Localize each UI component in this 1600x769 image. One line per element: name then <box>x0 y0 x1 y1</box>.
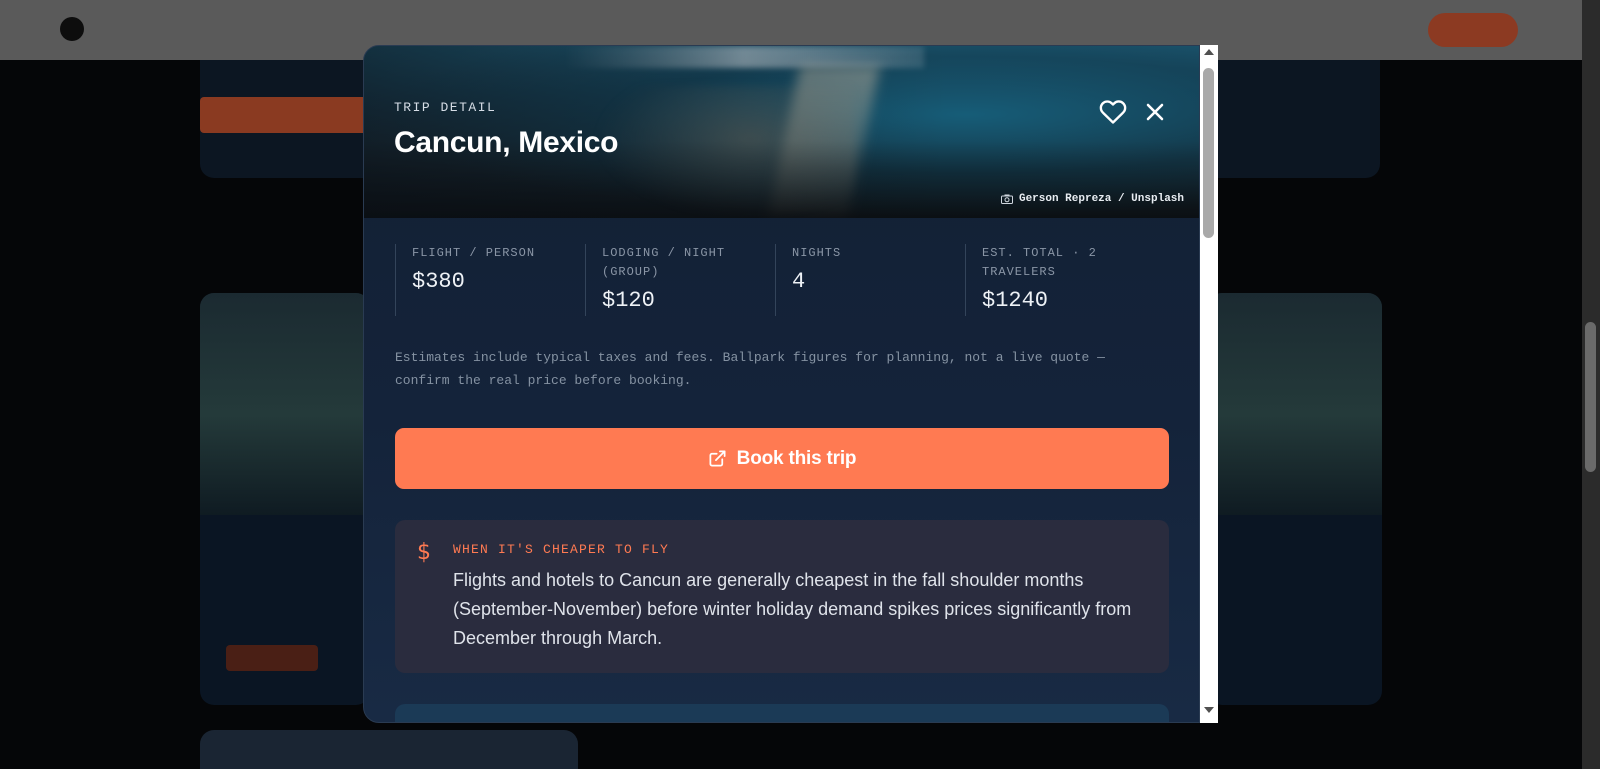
book-trip-label: Book this trip <box>736 447 857 469</box>
stat-label: LODGING / NIGHT (GROUP) <box>602 246 726 279</box>
site-logo <box>60 17 84 41</box>
favorite-button[interactable] <box>1099 98 1127 126</box>
alternate-card-price-badge <box>226 645 318 671</box>
tip-text: Flights and hotels to Cancun are general… <box>453 570 1132 648</box>
stat-nights: NIGHTS 4 <box>775 244 965 316</box>
stat-label: EST. TOTAL · 2 TRAVELERS <box>982 246 1097 279</box>
background-action-button <box>200 97 370 133</box>
page-scrollbar-thumb[interactable] <box>1585 322 1596 472</box>
trip-detail-modal: TRIP DETAIL Cancun, Mexico Gerson Reprez… <box>363 45 1200 723</box>
hero-image: TRIP DETAIL Cancun, Mexico Gerson Reprez… <box>364 46 1199 218</box>
stat-value: $1240 <box>982 288 1049 313</box>
stat-total: EST. TOTAL · 2 TRAVELERS $1240 <box>965 244 1155 316</box>
alternate-card <box>200 293 370 705</box>
modal-title: Cancun, Mexico <box>394 126 619 159</box>
scroll-up-arrow-icon[interactable] <box>1204 49 1214 55</box>
stat-value: $120 <box>602 288 655 313</box>
stat-lodging: LODGING / NIGHT (GROUP) $120 <box>585 244 775 316</box>
dollar-icon: $ <box>417 540 431 565</box>
close-button[interactable] <box>1141 98 1169 126</box>
close-icon <box>1146 103 1164 121</box>
photo-credit[interactable]: Gerson Repreza / Unsplash <box>1000 193 1184 205</box>
next-section-card <box>395 704 1169 722</box>
photo-credit-text: Gerson Repreza / Unsplash <box>1018 193 1184 205</box>
alternate-card <box>1208 293 1382 705</box>
heart-icon <box>1099 100 1127 124</box>
background-card <box>200 730 578 769</box>
cheaper-to-fly-tip: $ WHEN IT'S CHEAPER TO FLY Flights and h… <box>395 520 1169 673</box>
stat-flight: FLIGHT / PERSON $380 <box>395 244 585 316</box>
camera-icon <box>1000 194 1013 204</box>
modal-scrollbar-thumb[interactable] <box>1203 68 1214 238</box>
external-link-icon <box>709 450 726 467</box>
book-trip-button[interactable]: Book this trip <box>395 428 1169 489</box>
scroll-down-arrow-icon[interactable] <box>1204 707 1214 713</box>
stat-value: 4 <box>792 269 806 294</box>
stat-value: $380 <box>412 269 465 294</box>
tip-label: WHEN IT'S CHEAPER TO FLY <box>453 542 670 557</box>
estimate-note: Estimates include typical taxes and fees… <box>395 350 1105 388</box>
modal-eyebrow: TRIP DETAIL <box>394 100 497 115</box>
trip-stats: FLIGHT / PERSON $380 LODGING / NIGHT (GR… <box>395 244 1155 316</box>
header-action-button <box>1428 13 1518 47</box>
stat-label: FLIGHT / PERSON <box>412 246 536 260</box>
stat-label: NIGHTS <box>792 246 842 260</box>
